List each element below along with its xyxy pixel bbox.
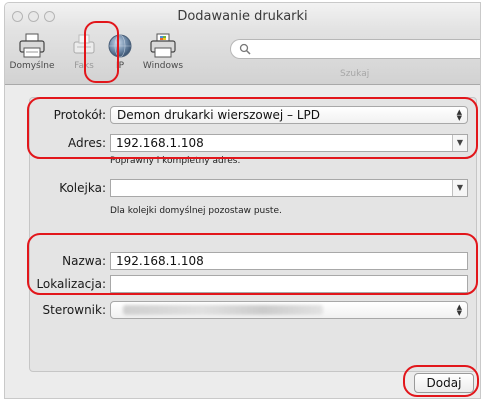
address-field[interactable]: 192.168.1.108 ▼ bbox=[110, 134, 468, 152]
chevron-down-icon[interactable]: ▼ bbox=[452, 135, 467, 151]
add-printer-window: Dodawanie drukarki Domyślne Faks IP Wind… bbox=[4, 2, 481, 399]
window-title: Dodawanie drukarki bbox=[177, 9, 308, 24]
driver-label: Sterownik: bbox=[42, 303, 106, 317]
globe-icon bbox=[108, 34, 132, 58]
updown-icon: ▲ ▼ bbox=[456, 108, 462, 122]
queue-field[interactable]: ▼ bbox=[110, 179, 468, 197]
toolbar-item-label: Domyślne bbox=[9, 61, 55, 71]
toolbar-item-label: IP bbox=[115, 61, 125, 71]
title-bar: Dodawanie drukarki bbox=[5, 3, 480, 29]
toolbar-item-label: Faks bbox=[74, 61, 94, 71]
toolbar: Domyślne Faks IP Windows Szukaj bbox=[5, 29, 480, 85]
name-label: Nazwa: bbox=[62, 254, 106, 268]
location-label: Lokalizacja: bbox=[36, 277, 106, 291]
toolbar-item-label: Windows bbox=[142, 61, 184, 71]
settings-panel: Protokół: Demon drukarki wierszowej – LP… bbox=[29, 97, 477, 372]
name-value: 192.168.1.108 bbox=[116, 254, 204, 268]
windows-printer-icon bbox=[150, 33, 176, 58]
protocol-value: Demon drukarki wierszowej – LPD bbox=[117, 108, 321, 122]
search-icon bbox=[239, 43, 251, 55]
search-label: Szukaj bbox=[340, 69, 370, 79]
toolbar-item-fax[interactable]: Faks bbox=[67, 33, 101, 71]
address-value: 192.168.1.108 bbox=[116, 136, 204, 150]
search-input[interactable] bbox=[230, 39, 480, 59]
driver-select[interactable]: ▲ ▼ bbox=[110, 301, 468, 319]
protocol-label: Protokół: bbox=[53, 108, 106, 122]
toolbar-item-default[interactable]: Domyślne bbox=[7, 33, 57, 71]
queue-hint: Dla kolejki domyślnej pozostaw puste. bbox=[110, 206, 282, 216]
add-button[interactable]: Dodaj bbox=[414, 373, 474, 393]
location-field[interactable] bbox=[110, 275, 468, 293]
printer-icon bbox=[19, 33, 45, 58]
toolbar-item-windows[interactable]: Windows bbox=[141, 33, 185, 71]
address-hint: Poprawny i kompletny adres. bbox=[110, 156, 241, 166]
toolbar-item-ip[interactable]: IP bbox=[103, 33, 137, 71]
name-field[interactable]: 192.168.1.108 bbox=[110, 252, 468, 270]
chevron-down-icon[interactable]: ▼ bbox=[452, 180, 467, 196]
updown-icon: ▲ ▼ bbox=[456, 303, 462, 317]
address-label: Adres: bbox=[68, 136, 106, 150]
protocol-select[interactable]: Demon drukarki wierszowej – LPD ▲ ▼ bbox=[110, 106, 468, 124]
queue-label: Kolejka: bbox=[59, 181, 106, 195]
fax-icon bbox=[73, 34, 95, 54]
redacted-driver-name bbox=[123, 305, 323, 315]
